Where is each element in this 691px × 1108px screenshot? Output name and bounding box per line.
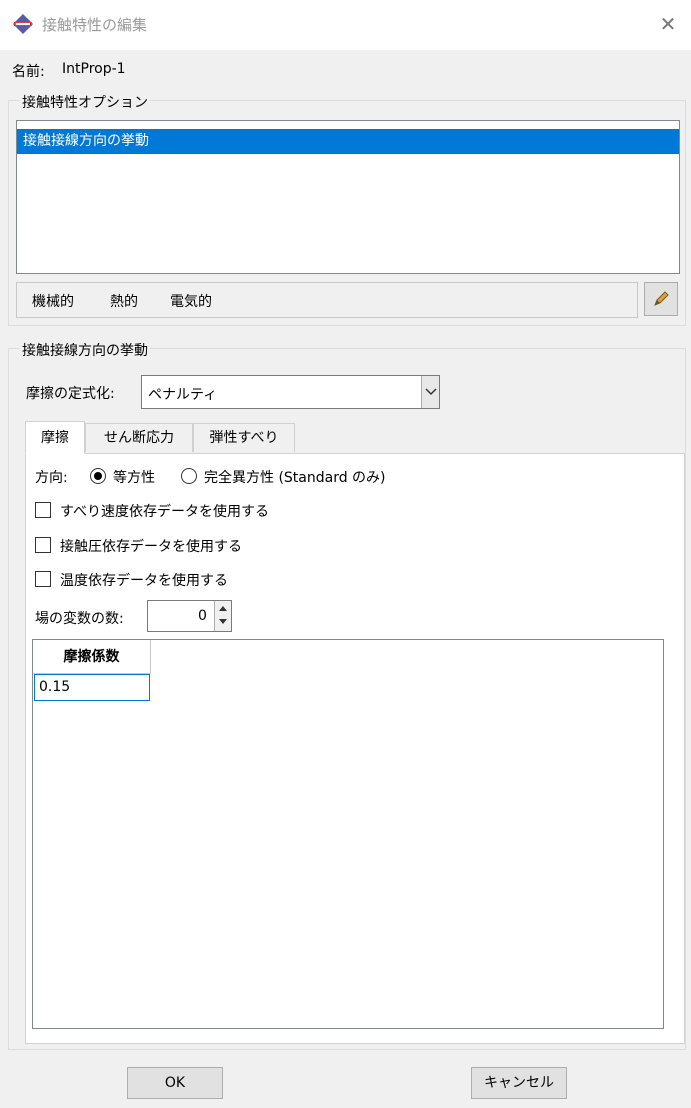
formulation-label: 摩擦の定式化: <box>26 386 115 402</box>
radio-anisotropic[interactable] <box>181 468 197 484</box>
radio-isotropic[interactable] <box>90 468 106 484</box>
formulation-value: ペナルティ <box>148 387 218 403</box>
table-header-friction-coef: 摩擦係数 <box>33 640 151 674</box>
options-list[interactable]: 接触接線方向の挙動 <box>16 120 680 274</box>
name-value: IntProp-1 <box>62 61 126 77</box>
field-vars-spinbox[interactable]: 0 <box>147 600 232 632</box>
radio-isotropic-label[interactable]: 等方性 <box>113 467 155 487</box>
chevron-down-icon[interactable] <box>421 376 439 408</box>
edit-button[interactable] <box>644 282 678 316</box>
table-cell[interactable]: 0.15 <box>34 674 150 701</box>
formulation-select[interactable]: ペナルティ <box>141 375 440 409</box>
ok-button[interactable]: OK <box>127 1067 223 1099</box>
spin-down-icon[interactable] <box>215 615 231 629</box>
checkbox-contact-pressure-label[interactable]: 接触圧依存データを使用する <box>60 536 242 556</box>
spin-buttons <box>214 601 231 631</box>
tab-friction[interactable]: 摩擦 <box>25 421 85 454</box>
options-group-title: 接触特性オプション <box>20 92 150 112</box>
edit-icon <box>654 291 669 306</box>
cancel-button[interactable]: キャンセル <box>471 1067 567 1099</box>
radio-anisotropic-label[interactable]: 完全異方性 (Standard のみ) <box>204 467 386 487</box>
checkbox-slip-rate-label[interactable]: すべり速度依存データを使用する <box>60 501 269 521</box>
checkbox-contact-pressure[interactable] <box>35 537 51 553</box>
behavior-group-title: 接触接線方向の挙動 <box>20 340 150 360</box>
direction-label: 方向: <box>35 470 68 486</box>
tab-shear-stress[interactable]: せん断応力 <box>85 423 193 452</box>
field-vars-label: 場の変数の数: <box>35 611 124 627</box>
checkbox-temperature-label[interactable]: 温度依存データを使用する <box>60 570 228 590</box>
list-item[interactable]: 接触接線方向の挙動 <box>17 129 679 154</box>
window-title: 接触特性の編集 <box>42 16 148 34</box>
menu-electrical[interactable]: 電気的 <box>170 291 212 311</box>
close-icon[interactable]: ✕ <box>655 11 681 37</box>
title-bar: 接触特性の編集 ✕ <box>0 0 691 50</box>
name-label: 名前: <box>12 64 45 80</box>
tab-elastic-slip[interactable]: 弾性すべり <box>193 423 295 452</box>
checkbox-temperature[interactable] <box>35 571 51 587</box>
field-vars-value[interactable]: 0 <box>198 608 207 624</box>
spin-up-icon[interactable] <box>215 601 231 615</box>
friction-table: 摩擦係数 0.15 <box>32 639 664 1029</box>
menu-mechanical[interactable]: 機械的 <box>32 291 74 311</box>
app-icon <box>12 13 34 35</box>
menu-thermal[interactable]: 熱的 <box>110 291 138 311</box>
checkbox-slip-rate[interactable] <box>35 502 51 518</box>
